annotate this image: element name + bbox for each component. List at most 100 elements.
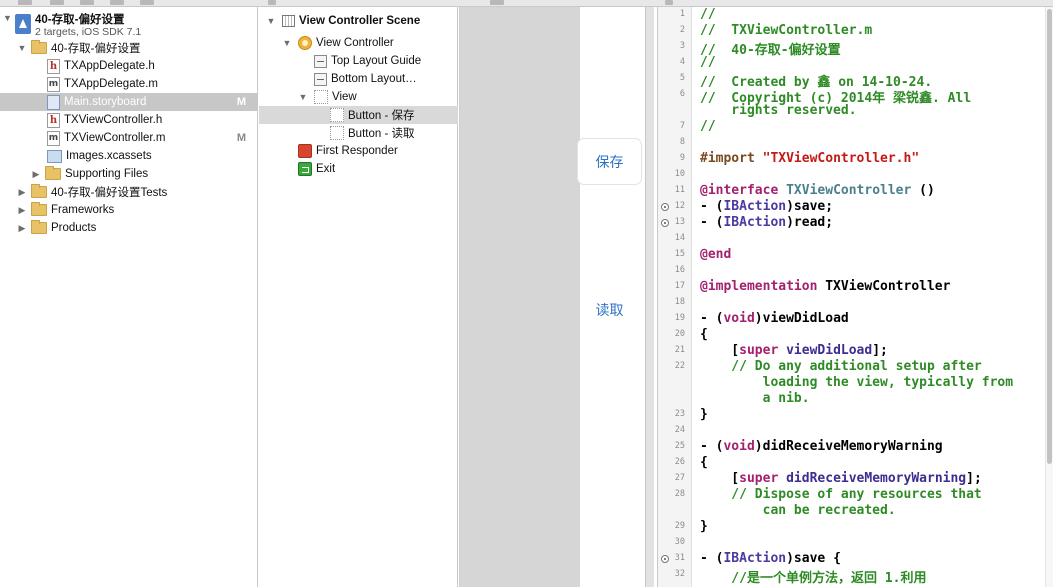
code-line[interactable]: // bbox=[700, 119, 1050, 134]
project-root[interactable]: ▼ 40-存取-偏好设置 2 targets, iOS SDK 7.1 bbox=[0, 10, 258, 42]
code-line[interactable]: { bbox=[700, 455, 1050, 470]
disclosure-right-icon[interactable]: ▶ bbox=[31, 169, 41, 180]
outline-view[interactable]: ▼ View bbox=[259, 88, 458, 106]
code-line[interactable]: } bbox=[700, 519, 1050, 534]
project-subtitle: 2 targets, iOS SDK 7.1 bbox=[35, 26, 142, 38]
line-number-gutter: 1 2 3 4 5 6 7 8 9 10 11 12 13 14 15 16 1… bbox=[658, 7, 692, 587]
code-line[interactable]: a nib. bbox=[700, 391, 1050, 406]
code-line[interactable]: #import "TXViewController.h" bbox=[700, 151, 1050, 166]
line-number: 1 bbox=[679, 9, 685, 19]
code-line[interactable]: } bbox=[700, 407, 1050, 422]
code-line[interactable]: - (void)didReceiveMemoryWarning bbox=[700, 439, 1050, 454]
nav-item-main-storyboard[interactable]: Main.storyboard M bbox=[0, 93, 258, 111]
outlet-connection-icon[interactable] bbox=[661, 203, 669, 211]
outlet-connection-icon[interactable] bbox=[661, 219, 669, 227]
code-line[interactable]: - (IBAction)save; bbox=[700, 199, 1050, 214]
toolbar-icon[interactable] bbox=[140, 0, 154, 5]
canvas-read-button[interactable]: 读取 bbox=[578, 287, 641, 332]
toolbar-icon[interactable] bbox=[18, 0, 32, 5]
outline-button-read[interactable]: Button - 读取 bbox=[259, 124, 458, 142]
code-line[interactable]: @end bbox=[700, 247, 1050, 262]
toolbar-icon[interactable] bbox=[110, 0, 124, 5]
project-navigator: ▼ 40-存取-偏好设置 2 targets, iOS SDK 7.1 ▼ 40… bbox=[0, 7, 258, 587]
nav-item-label: Main.storyboard bbox=[64, 96, 147, 108]
toolbar-icon[interactable] bbox=[490, 0, 504, 5]
canvas-save-button[interactable]: 保存 bbox=[578, 139, 641, 184]
code-token: didReceiveMemoryWarning bbox=[778, 471, 967, 486]
storyboard-canvas[interactable]: 保存 读取 bbox=[459, 7, 654, 587]
view-controller-icon bbox=[298, 36, 312, 50]
code-line[interactable]: [super didReceiveMemoryWarning]; bbox=[700, 471, 1050, 486]
storyboard-file-icon bbox=[47, 94, 60, 110]
nav-item-products[interactable]: ▶ Products bbox=[0, 219, 258, 237]
nav-item-label: 40-存取-偏好设置Tests bbox=[51, 187, 168, 199]
canvas-scrollbar[interactable] bbox=[645, 7, 654, 587]
modified-badge: M bbox=[236, 132, 246, 144]
nav-item-group-main[interactable]: ▼ 40-存取-偏好设置 bbox=[0, 39, 258, 57]
nav-item-txappdelegate-h[interactable]: h TXAppDelegate.h bbox=[0, 57, 258, 75]
code-line[interactable]: [super viewDidLoad]; bbox=[700, 343, 1050, 358]
nav-item-frameworks[interactable]: ▶ Frameworks bbox=[0, 201, 258, 219]
code-editor[interactable]: 1 2 3 4 5 6 7 8 9 10 11 12 13 14 15 16 1… bbox=[657, 7, 1053, 587]
code-token: @interface bbox=[700, 183, 779, 198]
outline-button-save[interactable]: Button - 保存 bbox=[259, 106, 458, 124]
line-number: 16 bbox=[674, 265, 685, 275]
outline-view-controller[interactable]: ▼ View Controller bbox=[259, 34, 458, 52]
code-token: #import bbox=[700, 151, 755, 166]
header-file-icon: h bbox=[47, 58, 60, 74]
toolbar-icon[interactable] bbox=[50, 0, 64, 5]
toolbar-icon[interactable] bbox=[268, 0, 276, 5]
editor-scrollbar[interactable] bbox=[1045, 7, 1053, 587]
code-token: )save; bbox=[786, 199, 834, 214]
outline-top-layout-guide[interactable]: Top Layout Guide bbox=[259, 52, 458, 70]
code-line[interactable]: //是一个单例方法，返回 1.利用 bbox=[700, 567, 1050, 586]
disclosure-right-icon[interactable]: ▶ bbox=[17, 223, 27, 234]
code-line[interactable]: // bbox=[700, 55, 1050, 70]
disclosure-down-icon[interactable]: ▼ bbox=[266, 16, 276, 26]
code-line[interactable]: rights reserved. bbox=[700, 103, 1050, 118]
disclosure-right-icon[interactable]: ▶ bbox=[17, 187, 27, 198]
toolbar-icon[interactable] bbox=[80, 0, 94, 5]
disclosure-down-icon[interactable]: ▼ bbox=[17, 43, 27, 53]
outline-exit[interactable]: Exit bbox=[259, 160, 458, 178]
scene-icon bbox=[282, 15, 295, 27]
disclosure-down-icon[interactable]: ▼ bbox=[3, 13, 12, 23]
nav-item-supporting-files[interactable]: ▶ Supporting Files bbox=[0, 165, 258, 183]
code-token: - ( bbox=[700, 215, 724, 230]
line-number: 18 bbox=[674, 297, 685, 307]
line-number: 24 bbox=[674, 425, 685, 435]
nav-item-group-tests[interactable]: ▶ 40-存取-偏好设置Tests bbox=[0, 183, 258, 201]
scene-view[interactable]: 保存 读取 bbox=[459, 7, 645, 587]
disclosure-down-icon[interactable]: ▼ bbox=[282, 38, 292, 48]
outlet-connection-icon[interactable] bbox=[661, 555, 669, 563]
code-line[interactable]: // Dispose of any resources that bbox=[700, 487, 1050, 502]
code-line[interactable]: @interface TXViewController () bbox=[700, 183, 1050, 198]
code-line[interactable]: // bbox=[700, 7, 1050, 22]
line-number: 29 bbox=[674, 521, 685, 531]
code-line[interactable]: can be recreated. bbox=[700, 503, 1050, 518]
nav-item-txviewcontroller-h[interactable]: h TXViewController.h bbox=[0, 111, 258, 129]
line-number: 25 bbox=[674, 441, 685, 451]
first-responder-icon bbox=[298, 144, 312, 158]
code-line[interactable]: loading the view, typically from bbox=[700, 375, 1050, 390]
code-line[interactable]: - (IBAction)read; bbox=[700, 215, 1050, 230]
disclosure-down-icon[interactable]: ▼ bbox=[298, 92, 308, 102]
code-line[interactable]: - (void)viewDidLoad bbox=[700, 311, 1050, 326]
code-line[interactable]: // Do any additional setup after bbox=[700, 359, 1050, 374]
outline-first-responder[interactable]: First Responder bbox=[259, 142, 458, 160]
editor-scroll-thumb[interactable] bbox=[1047, 9, 1052, 464]
nav-item-images-xcassets[interactable]: Images.xcassets bbox=[0, 147, 258, 165]
toolbar-icon[interactable] bbox=[665, 0, 673, 5]
outline-bottom-layout-guide[interactable]: Bottom Layout… bbox=[259, 70, 458, 88]
code-token: super bbox=[739, 343, 779, 358]
code-line[interactable]: @implementation TXViewController bbox=[700, 279, 1050, 294]
nav-item-txviewcontroller-m[interactable]: m TXViewController.m M bbox=[0, 129, 258, 147]
disclosure-right-icon[interactable]: ▶ bbox=[17, 205, 27, 216]
code-line[interactable]: - (IBAction)save { bbox=[700, 551, 1050, 566]
code-line[interactable]: { bbox=[700, 327, 1050, 342]
code-line[interactable]: // TXViewController.m bbox=[700, 23, 1050, 38]
outline-label: Top Layout Guide bbox=[331, 55, 422, 67]
line-number: 3 bbox=[679, 41, 685, 51]
outline-scene[interactable]: ▼ View Controller Scene bbox=[259, 12, 458, 30]
nav-item-txappdelegate-m[interactable]: m TXAppDelegate.m bbox=[0, 75, 258, 93]
